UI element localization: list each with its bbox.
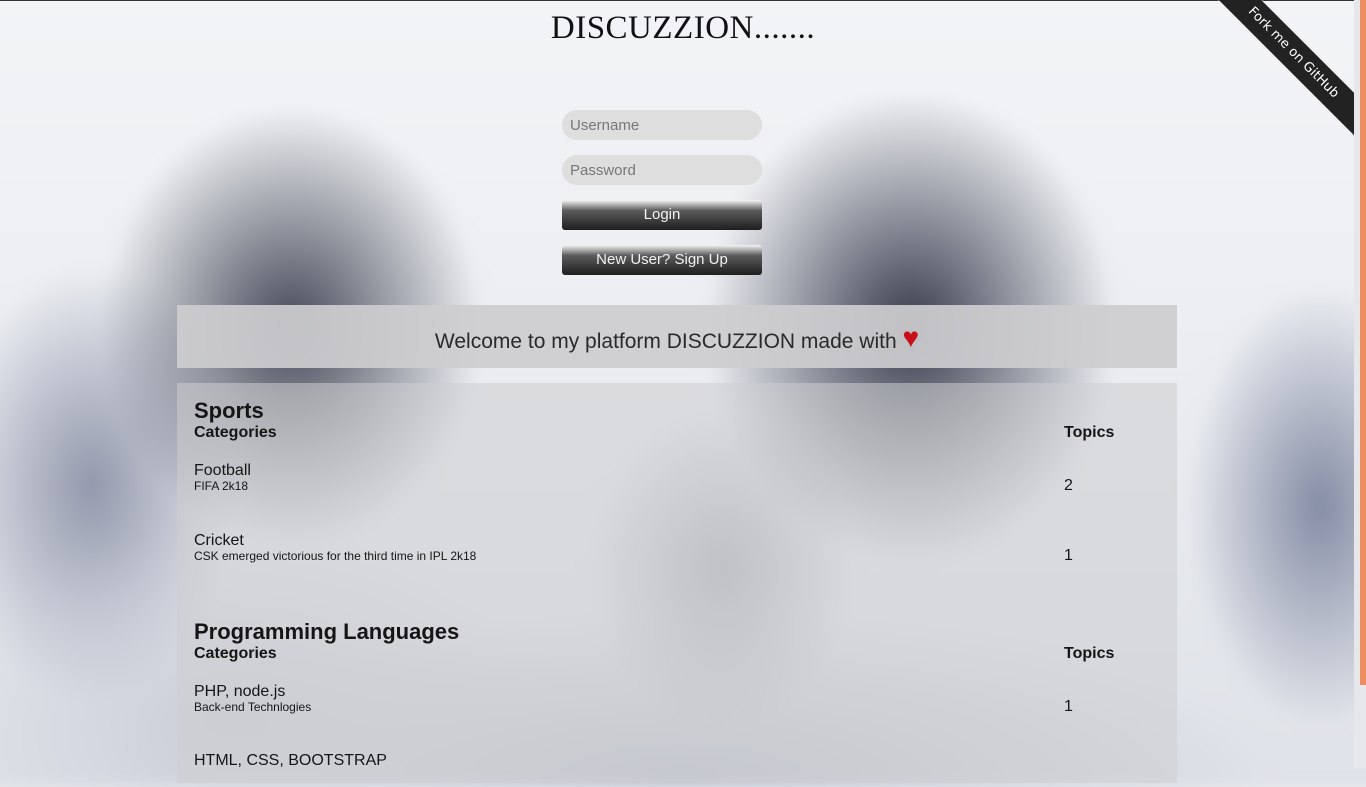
scrollbar-thumb[interactable] bbox=[1360, 0, 1366, 685]
topic-count: 1 bbox=[1064, 547, 1073, 564]
github-ribbon-label[interactable]: Fork me on GitHub bbox=[1206, 0, 1356, 144]
category-name-html-css-bootstrap[interactable]: HTML, CSS, BOOTSTRAP bbox=[194, 752, 387, 770]
topic-count: 2 bbox=[1064, 477, 1073, 494]
forum-panel: Sports Categories Topics Football FIFA 2… bbox=[177, 383, 1177, 783]
password-input[interactable] bbox=[562, 155, 762, 185]
categories-header: Categories bbox=[194, 424, 277, 441]
login-button[interactable]: Login bbox=[562, 200, 762, 230]
category-description: CSK emerged victorious for the third tim… bbox=[194, 549, 477, 563]
category-description: FIFA 2k18 bbox=[194, 479, 249, 493]
category-name-cricket[interactable]: Cricket bbox=[194, 532, 244, 550]
categories-header: Categories bbox=[194, 645, 277, 662]
section-title: Programming Languages bbox=[194, 619, 460, 644]
topics-header: Topics bbox=[1064, 424, 1115, 441]
welcome-text: Welcome to my platform DISCUZZION made w… bbox=[434, 330, 897, 353]
heart-icon: ♥ bbox=[902, 322, 920, 353]
category-name-football[interactable]: Football bbox=[194, 462, 251, 480]
topic-count: 1 bbox=[1064, 698, 1073, 715]
topics-header: Topics bbox=[1064, 645, 1115, 662]
login-form: Login New User? Sign Up bbox=[562, 110, 762, 290]
welcome-banner: Welcome to my platform DISCUZZION made w… bbox=[177, 305, 1177, 368]
site-title: DISCUZZION....... bbox=[550, 10, 816, 46]
username-input[interactable] bbox=[562, 110, 762, 140]
signup-button[interactable]: New User? Sign Up bbox=[562, 245, 762, 275]
github-ribbon[interactable]: Fork me on GitHub bbox=[1206, 0, 1356, 150]
category-description: Back-end Technlogies bbox=[194, 700, 312, 714]
section-title: Sports bbox=[194, 398, 264, 423]
top-border bbox=[0, 0, 1366, 1]
category-name-php-nodejs[interactable]: PHP, node.js bbox=[194, 683, 285, 701]
